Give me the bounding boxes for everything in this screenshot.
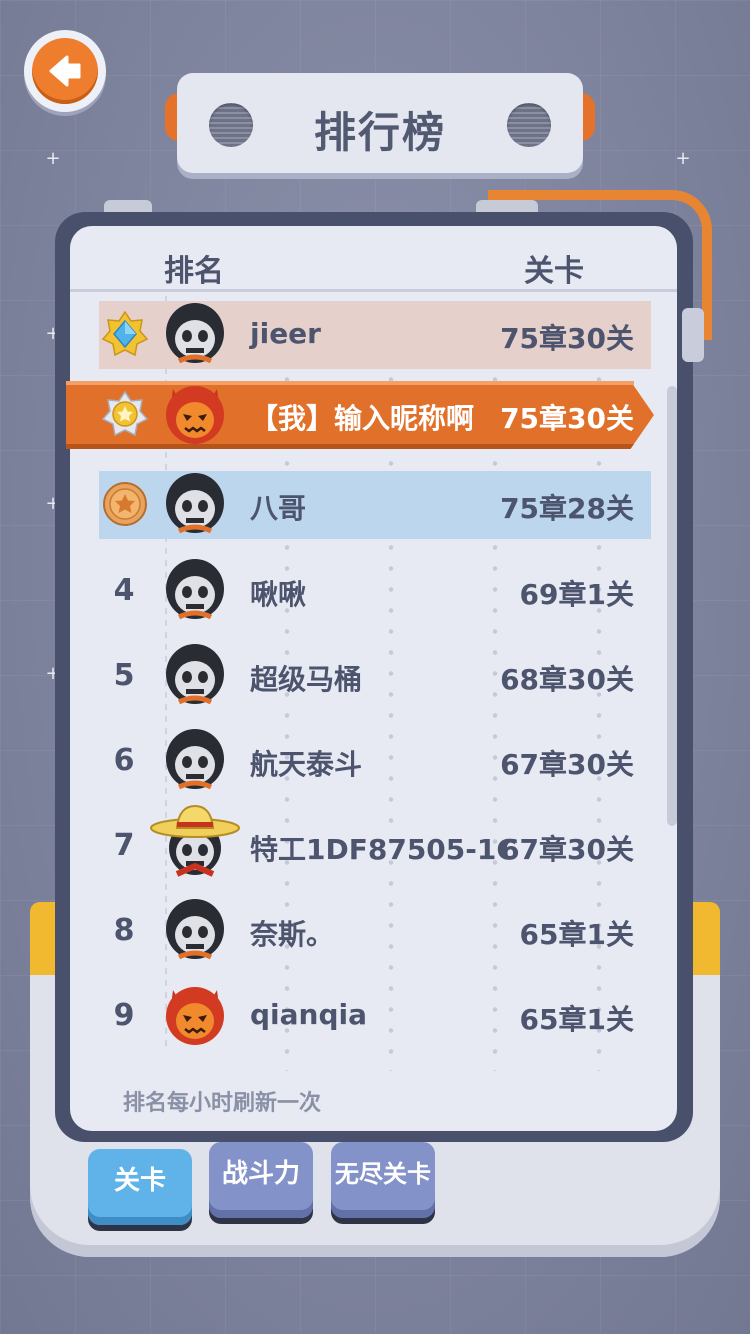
player-score: 67章30关 [500, 748, 634, 781]
table-row-me[interactable]: 【我】输入昵称啊 75章30关 [0, 381, 750, 451]
player-name: jieer [250, 317, 321, 350]
player-name: 超级马桶 [250, 663, 363, 696]
player-name: qianqia [250, 998, 368, 1031]
page-title: 排行榜 [313, 108, 446, 157]
tab-combat-power[interactable]: 战斗力 [209, 1142, 313, 1218]
table-row[interactable]: jieer 75章30关 [0, 301, 750, 371]
tab-endless-level[interactable]: 无尽关卡 [331, 1142, 435, 1218]
table-row[interactable]: 6 航天泰斗 67章30关 [0, 727, 750, 797]
skull-hood-avatar [166, 899, 224, 960]
straw-hat-avatar [150, 804, 240, 877]
player-score: 65章1关 [519, 1003, 634, 1036]
skull-hood-avatar [166, 303, 224, 364]
player-name: 特工1DF87505-1C [250, 833, 517, 866]
player-score: 75章30关 [500, 322, 634, 355]
table-row[interactable]: 4 啾啾 69章1关 [0, 557, 750, 627]
tab-label: 战斗力 [221, 1159, 300, 1189]
refresh-note: 排名每小时刷新一次 [123, 1091, 322, 1116]
devil-hood-avatar [166, 386, 224, 444]
player-score: 69章1关 [519, 578, 634, 611]
rank-number: 8 [113, 913, 135, 948]
rank-number: 4 [113, 573, 135, 608]
skull-hood-avatar [166, 559, 224, 620]
table-row[interactable]: 8 奈斯。 65章1关 [0, 897, 750, 967]
devil-hood-avatar [166, 987, 224, 1045]
table-row[interactable]: 5 超级马桶 68章30关 [0, 642, 750, 712]
skull-hood-avatar [166, 473, 224, 534]
plus-decoration: + [45, 148, 61, 169]
silver-star-badge-icon [102, 391, 148, 437]
player-score: 75章30关 [500, 402, 634, 435]
rank-column-header: 排名 [164, 254, 224, 289]
plus-decoration: + [675, 148, 691, 169]
skull-hood-avatar [166, 729, 224, 790]
back-button[interactable] [24, 30, 106, 112]
bronze-star-badge-icon [103, 482, 147, 526]
tab-level[interactable]: 关卡 [88, 1149, 192, 1225]
tab-label: 无尽关卡 [335, 1160, 431, 1188]
player-name: 八哥 [250, 492, 307, 525]
title-plate: 排行榜 [165, 73, 595, 183]
tab-label: 关卡 [113, 1166, 166, 1196]
player-score: 65章1关 [519, 918, 634, 951]
back-arrow-icon [32, 38, 98, 104]
player-name: 【我】输入昵称啊 [250, 402, 475, 435]
rank-number: 5 [113, 658, 135, 693]
player-score: 68章30关 [500, 663, 634, 696]
diamond-star-badge-icon [102, 311, 148, 357]
rank-number: 6 [113, 743, 135, 778]
table-row[interactable]: 八哥 75章28关 [0, 471, 750, 541]
level-column-header: 关卡 [524, 254, 584, 289]
player-name: 奈斯。 [250, 918, 335, 951]
skull-hood-avatar [166, 644, 224, 705]
rank-number: 9 [113, 998, 135, 1033]
rank-number: 7 [113, 828, 135, 863]
table-row[interactable]: 7 特工1DF87505-1C 67章30关 [0, 804, 750, 882]
table-row[interactable]: 9 qianqia 65章1关 [0, 982, 750, 1052]
player-name: 航天泰斗 [250, 748, 363, 781]
player-name: 啾啾 [250, 578, 307, 611]
player-score: 75章28关 [500, 492, 634, 525]
player-score: 67章30关 [500, 833, 634, 866]
